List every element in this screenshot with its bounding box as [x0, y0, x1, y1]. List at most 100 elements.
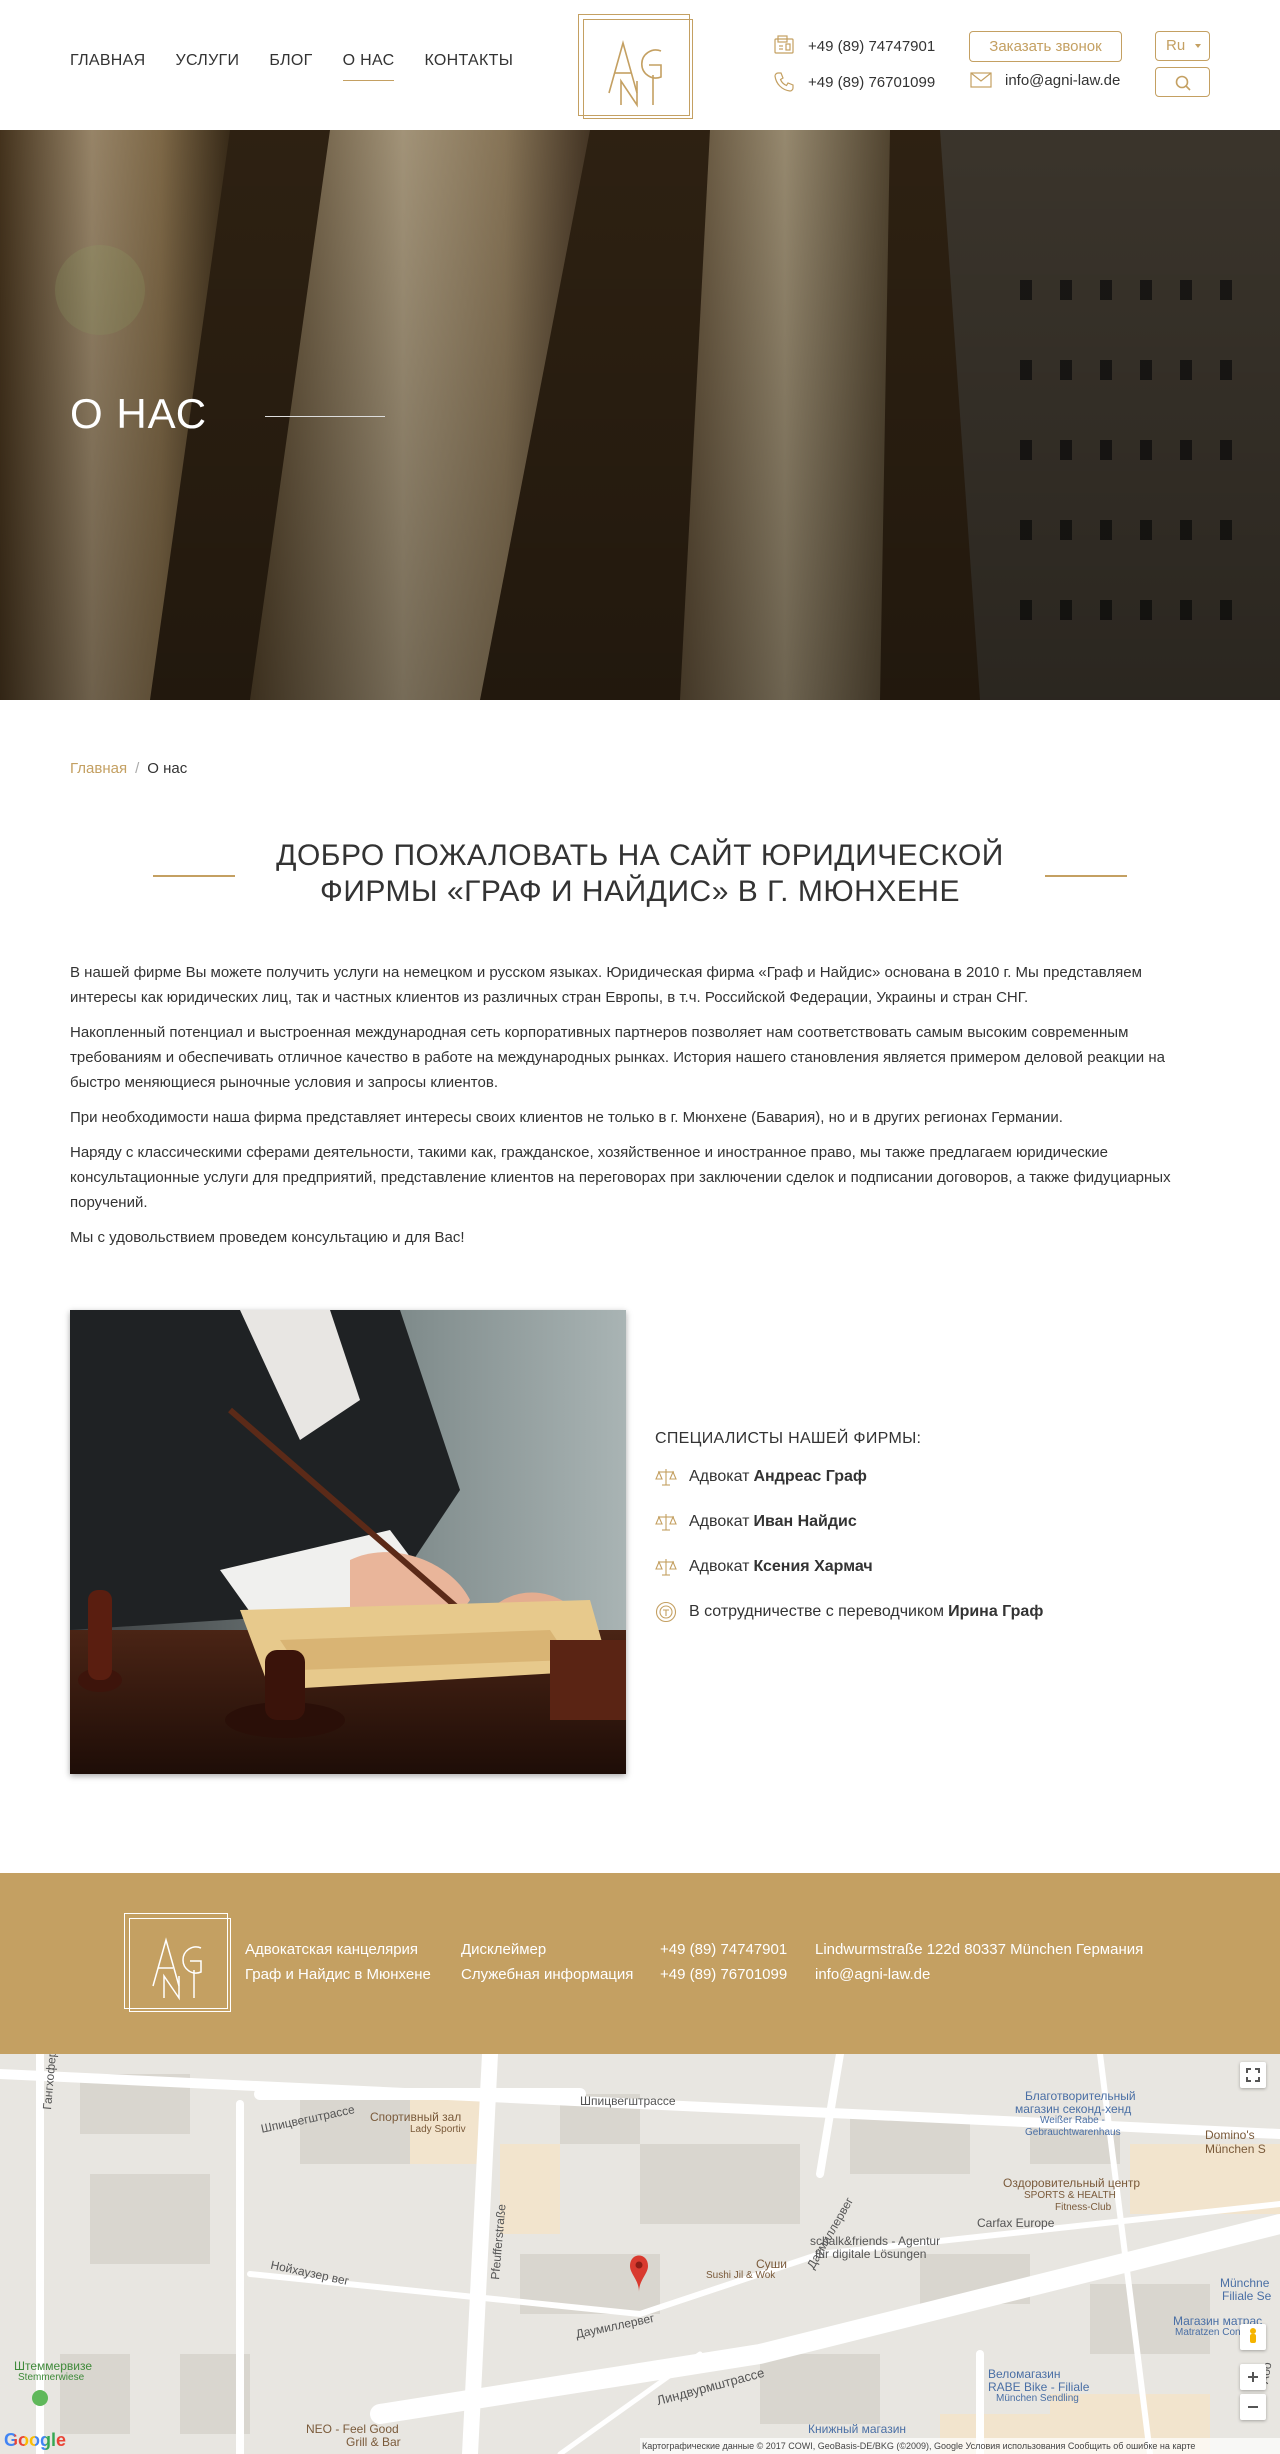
- scales-icon: [655, 1514, 677, 1531]
- phone-icon: [774, 72, 794, 92]
- map-label-charity-3: Weißer Rabe -: [1040, 2115, 1105, 2126]
- map-pegman-button[interactable]: [1240, 2324, 1266, 2350]
- map-label-charity-4: Gebrauchtwarenhaus: [1025, 2127, 1121, 2138]
- nav-about[interactable]: О НАС: [342, 52, 395, 81]
- map-label-neo-1: NEO - Feel Good: [306, 2422, 399, 2436]
- specialist-prefix-2: Адвокат: [689, 1513, 750, 1530]
- nav-blog[interactable]: БЛОГ: [269, 52, 312, 81]
- specialist-name-4: Ирина Граф: [948, 1603, 1044, 1620]
- nav-services[interactable]: УСЛУГИ: [176, 52, 240, 81]
- map-zoom-out-button[interactable]: [1240, 2394, 1266, 2420]
- map-label-charity-2: магазин секонд-хенд: [1015, 2102, 1132, 2116]
- map-label-sport-hall: Спортивный зал: [370, 2110, 462, 2124]
- specialist-name-1: Андреас Граф: [753, 1468, 867, 1485]
- minus-icon: [1248, 2406, 1258, 2408]
- map-label-rabe-1: Веломагазин: [988, 2367, 1061, 2381]
- specialist-name-2: Иван Найдис: [753, 1513, 857, 1530]
- footer-address-block: Lindwurmstraße 122d 80337 München Герман…: [815, 1937, 1143, 1987]
- breadcrumb: Главная / О нас: [70, 760, 187, 777]
- nav-home[interactable]: ГЛАВНАЯ: [70, 52, 146, 81]
- map-label-health-3: Fitness-Club: [1055, 2202, 1112, 2213]
- chevron-down-icon: [1195, 44, 1201, 48]
- footer-phones: +49 (89) 74747901 +49 (89) 76701099: [660, 1937, 787, 1987]
- search-button[interactable]: [1155, 67, 1210, 97]
- google-logo: Google: [4, 2430, 66, 2451]
- header-email[interactable]: info@agni-law.de: [1005, 72, 1120, 89]
- header-phones: +49 (89) 74747901 +49 (89) 76701099: [772, 34, 935, 106]
- footer-firm-line-2: Граф и Найдис в Мюнхене: [245, 1966, 431, 1983]
- search-icon: [1175, 75, 1191, 91]
- map-label-rabe-2: RABE Bike - Filiale: [988, 2380, 1090, 2394]
- footer-logo[interactable]: [124, 1913, 231, 2012]
- map-label-neo-2: Grill & Bar: [346, 2435, 401, 2449]
- language-select[interactable]: Ru: [1155, 31, 1210, 61]
- map-zoom-in-button[interactable]: [1240, 2364, 1266, 2390]
- nav-contacts[interactable]: КОНТАКТЫ: [424, 52, 513, 81]
- footer-links: Дисклеймер Служебная информация: [461, 1937, 633, 1987]
- header-email-block: info@agni-law.de: [969, 68, 1120, 104]
- site-logo[interactable]: [578, 14, 693, 119]
- scales-icon: [655, 1559, 677, 1576]
- map-label-spitz2: Шпицвегштрассе: [580, 2094, 676, 2108]
- map-attribution[interactable]: Картографические данные © 2017 COWI, Geo…: [640, 2438, 1280, 2454]
- specialist-item-1: Адвокат Андреас Граф: [655, 1462, 1215, 1492]
- specialist-item-4: В сотрудничестве с переводчиком Ирина Гра…: [655, 1597, 1215, 1627]
- map-label-carfax: Carfax Europe: [977, 2216, 1055, 2230]
- hero-banner: О НАС: [0, 130, 1280, 700]
- breadcrumb-separator: /: [135, 760, 140, 777]
- site-footer: Адвокатская канцелярия Граф и Найдис в М…: [0, 1873, 1280, 2054]
- map-label-schalk-1: schalk&friends - Agentur: [810, 2234, 941, 2248]
- google-map[interactable]: Гангхоферштрассе Шпицвегштрассе Шпицвегш…: [0, 2054, 1280, 2454]
- heading-line-left: [153, 875, 235, 877]
- breadcrumb-home[interactable]: Главная: [70, 760, 127, 777]
- footer-disclaimer-link[interactable]: Дисклеймер: [461, 1937, 633, 1962]
- language-value: Ru: [1166, 37, 1186, 54]
- specialist-name-3: Ксения Хармач: [753, 1558, 873, 1575]
- header-phone-1[interactable]: +49 (89) 74747901: [808, 38, 935, 55]
- map-label-dominos-1: Domino's: [1205, 2128, 1255, 2142]
- breadcrumb-current: О нас: [147, 760, 188, 777]
- pegman-icon: [1250, 2328, 1256, 2343]
- scales-icon: [655, 1469, 677, 1486]
- specialist-prefix-4: В сотрудничестве с переводчиком: [689, 1603, 945, 1620]
- heading-line-right: [1045, 875, 1127, 877]
- site-header: ГЛАВНАЯ УСЛУГИ БЛОГ О НАС КОНТАКТЫ +49 (…: [0, 0, 1280, 130]
- translator-icon: [655, 1601, 677, 1623]
- specialist-item-3: Адвокат Ксения Хармач: [655, 1552, 1215, 1582]
- about-paragraph-2: Накопленный потенциал и выстроенная межд…: [70, 1024, 1165, 1091]
- about-paragraph-1: В нашей фирме Вы можете получить услуги …: [70, 964, 1142, 1006]
- footer-firm-name: Адвокатская канцелярия Граф и Найдис в М…: [245, 1937, 431, 1987]
- fullscreen-icon: [1246, 2068, 1260, 2082]
- hero-title: О НАС: [70, 390, 208, 437]
- about-paragraph-4: Наряду с классическими сферами деятельно…: [70, 1144, 1171, 1211]
- map-label-dominos-2: München S: [1205, 2142, 1266, 2156]
- lawyer-signing-photo: [70, 1310, 626, 1774]
- about-text: В нашей фирме Вы можете получить услуги …: [70, 960, 1210, 1260]
- footer-address: Lindwurmstraße 122d 80337 München Герман…: [815, 1941, 1144, 1958]
- specialists-title: СПЕЦИАЛИСТЫ НАШЕЙ ФИРМЫ:: [655, 1430, 922, 1447]
- map-fullscreen-button[interactable]: [1240, 2062, 1266, 2088]
- footer-firm-line-1: Адвокатская канцелярия: [245, 1941, 419, 1958]
- about-paragraph-5: Мы с удовольствием проведем консультацию…: [70, 1229, 465, 1246]
- map-label-muenchner-2: Filiale Se: [1222, 2289, 1272, 2303]
- lawyer-signing-image: [70, 1310, 626, 1774]
- logo-monogram-icon: [608, 40, 662, 108]
- map-label-stemm-2: Stemmerwiese: [18, 2372, 85, 2383]
- map-label-rabe-3: München Sendling: [996, 2393, 1079, 2404]
- footer-phone-2[interactable]: +49 (89) 76701099: [660, 1962, 787, 1987]
- callback-button[interactable]: Заказать звонок: [969, 31, 1122, 62]
- specialist-prefix-3: Адвокат: [689, 1558, 750, 1575]
- footer-logo-monogram-icon: [152, 1937, 202, 2001]
- header-phone-2[interactable]: +49 (89) 76701099: [808, 74, 935, 91]
- footer-email[interactable]: info@agni-law.de: [815, 1962, 1143, 1987]
- google-logo-text: Google: [4, 2430, 66, 2450]
- footer-phone-1[interactable]: +49 (89) 74747901: [660, 1937, 787, 1962]
- map-label-health-1: Оздоровительный центр: [1003, 2176, 1141, 2190]
- fax-icon: [774, 35, 794, 54]
- specialist-prefix-1: Адвокат: [689, 1468, 750, 1485]
- map-label-sushi-1: Суши: [756, 2257, 787, 2271]
- footer-service-info-link[interactable]: Служебная информация: [461, 1962, 633, 1987]
- map-label-health-2: SPORTS & HEALTH: [1024, 2190, 1116, 2201]
- main-nav: ГЛАВНАЯ УСЛУГИ БЛОГ О НАС КОНТАКТЫ: [70, 52, 513, 81]
- plus-icon: [1248, 2372, 1258, 2382]
